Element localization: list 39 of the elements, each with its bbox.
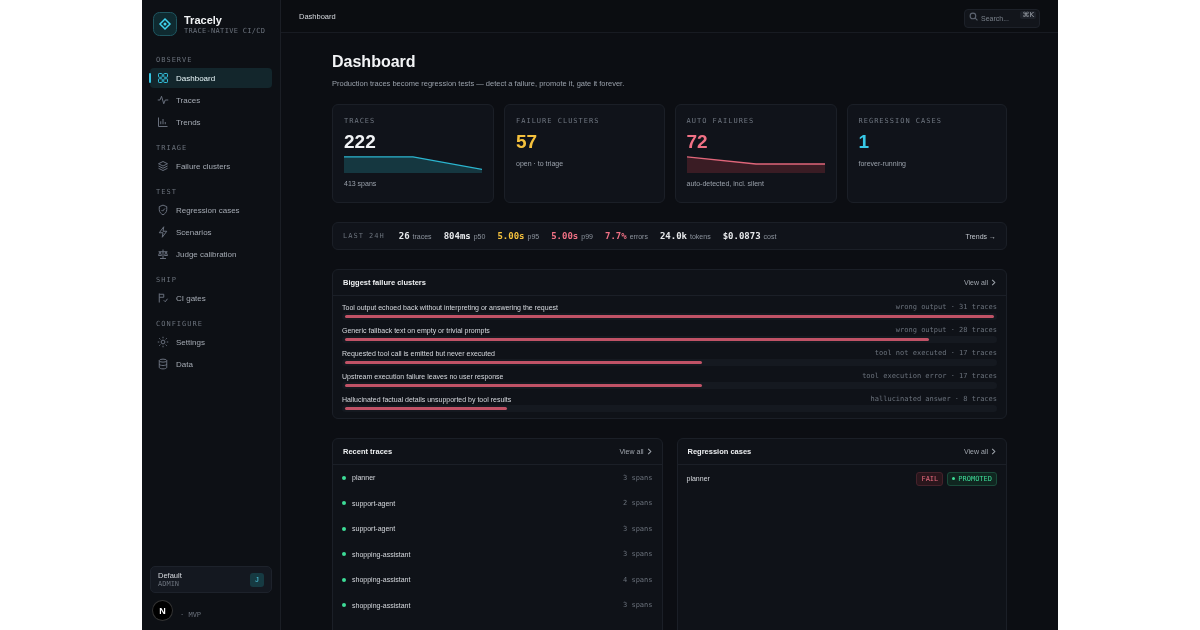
stat-value: 57	[516, 131, 539, 153]
stat-value: 222	[344, 131, 377, 153]
brand-name: Tracely	[184, 13, 223, 26]
stat-value: 1	[858, 131, 871, 153]
chevron-icon	[991, 279, 996, 286]
database-icon	[157, 358, 169, 370]
settings-icon	[157, 336, 169, 348]
layers-icon	[157, 160, 169, 172]
metric-value: 5.00s	[551, 231, 579, 241]
page-title: Dashboard	[332, 53, 417, 71]
metric-value: 24.0k	[659, 231, 688, 241]
scale-icon	[157, 248, 169, 260]
metric-value: 804ms	[443, 231, 471, 241]
nav-item[interactable]: Data	[150, 354, 272, 374]
nav-item[interactable]: CI gates	[150, 288, 272, 308]
shield-icon	[157, 204, 169, 216]
chart-icon	[157, 116, 169, 128]
metric-value: $0.0873	[722, 231, 761, 241]
nav-item[interactable]: Scenarios	[150, 222, 272, 242]
dev-tools-button[interactable]: N	[153, 601, 172, 620]
flag-icon	[157, 292, 169, 304]
nav-item[interactable]: Regression cases	[150, 200, 272, 220]
bolt-icon	[157, 226, 169, 238]
pulse-icon	[157, 94, 169, 106]
chevron-icon	[646, 448, 652, 455]
nav-item[interactable]: Trends	[150, 112, 272, 132]
nav-item[interactable]: Judge calibration	[150, 244, 272, 264]
grid-icon	[157, 72, 169, 84]
nav-item[interactable]: Settings	[150, 332, 272, 352]
metric-value: 26	[398, 231, 410, 241]
search-icon	[969, 11, 978, 21]
metric-value: 5.00s	[497, 231, 525, 241]
metric-value: 7.7%	[604, 231, 627, 241]
nav-item[interactable]: Traces	[150, 90, 272, 110]
stat-value: 72	[686, 131, 709, 153]
logo-icon	[153, 12, 177, 36]
nav-item[interactable]: Failure clusters	[150, 156, 272, 176]
chevron-icon	[991, 448, 996, 455]
nav-item[interactable]: Dashboard	[150, 68, 272, 88]
